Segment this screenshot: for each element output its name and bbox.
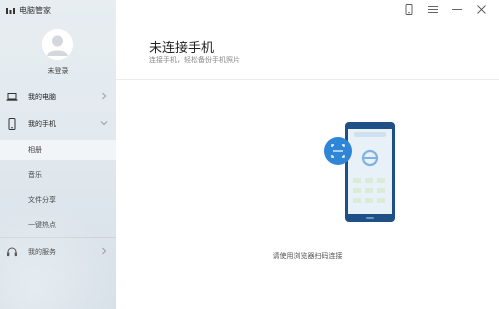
sidebar-item-my-service[interactable]: 我的服务 bbox=[0, 242, 116, 262]
minimize-icon[interactable] bbox=[451, 3, 463, 15]
phone-mode-icon[interactable] bbox=[403, 3, 415, 15]
sidebar-item-label: 我的手机 bbox=[28, 120, 56, 128]
sidebar-subitem-file-share[interactable]: 文件分享 bbox=[0, 190, 116, 210]
sidebar: 电脑管家 未登录 我的电脑 我的手机 相册 音乐 文件分享 一键热点 我的服务 bbox=[0, 0, 116, 309]
phone-icon bbox=[6, 118, 18, 130]
sidebar-subitem-label: 相册 bbox=[28, 146, 42, 154]
avatar[interactable] bbox=[42, 29, 73, 60]
chevron-right-icon bbox=[100, 92, 108, 100]
menu-icon[interactable] bbox=[427, 3, 439, 15]
sidebar-item-my-pc[interactable]: 我的电脑 bbox=[0, 87, 116, 107]
sidebar-item-label: 我的电脑 bbox=[28, 93, 56, 101]
sidebar-item-label: 我的服务 bbox=[28, 248, 56, 256]
sidebar-subitem-music[interactable]: 音乐 bbox=[0, 165, 116, 185]
chevron-right-icon bbox=[100, 247, 108, 255]
login-status[interactable]: 未登录 bbox=[0, 66, 116, 76]
headset-icon bbox=[6, 246, 18, 258]
laptop-icon bbox=[6, 91, 18, 103]
avatar-icon bbox=[42, 29, 73, 60]
sidebar-item-my-phone[interactable]: 我的手机 bbox=[0, 114, 116, 134]
sidebar-subitem-album[interactable]: 相册 bbox=[0, 140, 116, 160]
header-divider bbox=[116, 79, 499, 80]
window-controls bbox=[403, 3, 487, 15]
close-icon[interactable] bbox=[475, 3, 487, 15]
sidebar-subitem-hotspot[interactable]: 一键热点 bbox=[0, 215, 116, 235]
sidebar-divider bbox=[0, 237, 116, 238]
sidebar-subitem-label: 音乐 bbox=[28, 171, 42, 179]
scan-hint: 请使用浏览器扫码连接 bbox=[272, 252, 343, 260]
app-logo-icon bbox=[6, 7, 15, 15]
chevron-down-icon bbox=[100, 119, 108, 127]
sidebar-subitem-label: 文件分享 bbox=[28, 196, 56, 204]
app-title: 电脑管家 bbox=[19, 6, 51, 15]
app-header: 电脑管家 bbox=[6, 5, 51, 16]
page-subtitle: 连接手机，轻松备份手机照片 bbox=[149, 56, 240, 64]
main-panel: 未连接手机 连接手机，轻松备份手机照片 请使用浏览器扫码连接 bbox=[116, 0, 499, 309]
page-title: 未连接手机 bbox=[149, 41, 215, 56]
sidebar-subitem-label: 一键热点 bbox=[28, 221, 56, 229]
phone-scan-illustration bbox=[324, 120, 408, 224]
